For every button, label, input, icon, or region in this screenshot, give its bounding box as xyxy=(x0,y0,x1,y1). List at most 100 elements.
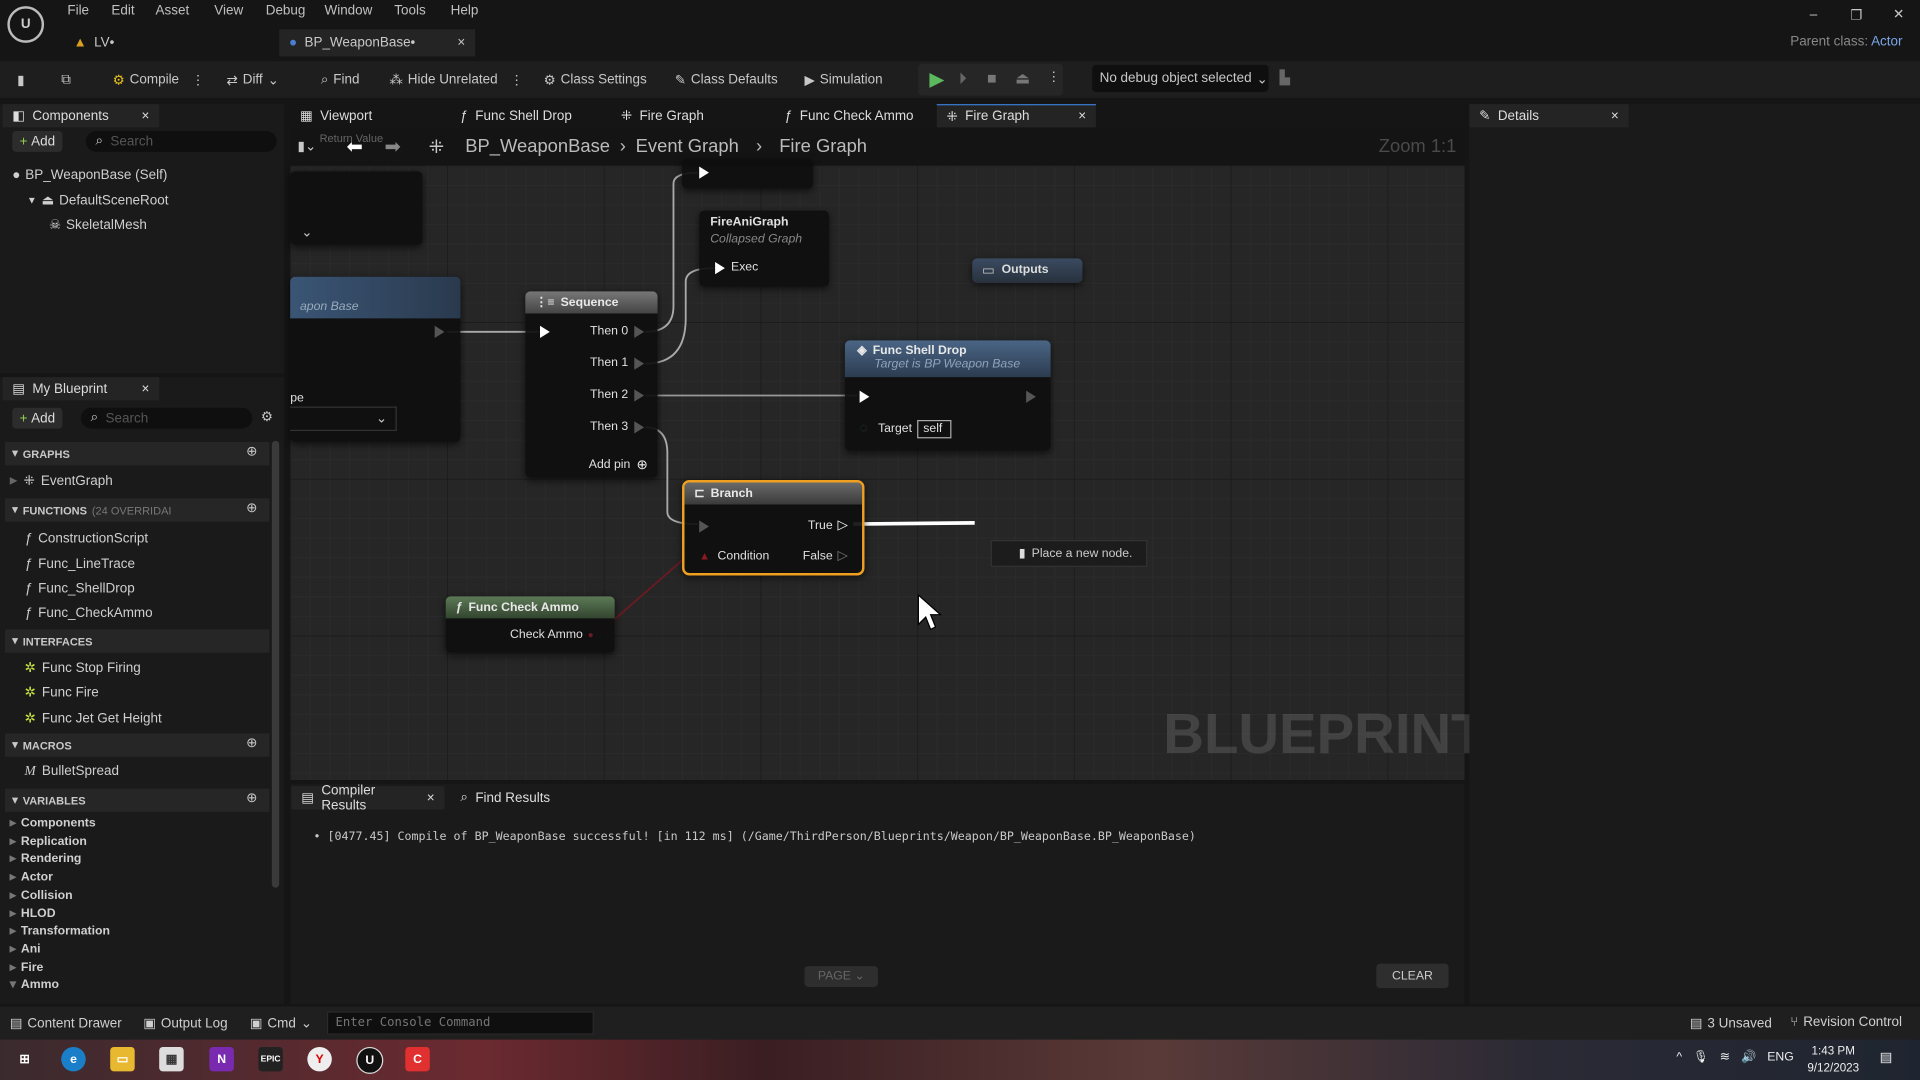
revision-label: Revision Control xyxy=(1803,1015,1903,1030)
tab-label: Compiler Results xyxy=(321,783,376,813)
yandex-icon[interactable]: Y xyxy=(307,1046,332,1072)
log-line: • [0477.45] Compile of BP_WeaponBase suc… xyxy=(313,830,1196,844)
console-command-input[interactable] xyxy=(326,1011,594,1035)
dragging-wire xyxy=(853,521,975,526)
exec-in-pin[interactable] xyxy=(540,325,550,338)
node-event-partial[interactable]: apon Base pe ⌄ xyxy=(290,276,461,443)
exec-in-pin[interactable] xyxy=(859,390,870,403)
revision-control-button[interactable]: ⑂ Revision Control xyxy=(1790,1015,1902,1030)
log-text: [0477.45] Compile of BP_WeaponBase succe… xyxy=(327,830,1196,844)
node-title: Outputs xyxy=(1001,263,1049,277)
exec-out-pin[interactable] xyxy=(634,389,645,402)
revision-icon: ⑂ xyxy=(1790,1015,1799,1030)
context-menu-node-partial[interactable]: ⌄ xyxy=(290,171,423,245)
pin-label: pe xyxy=(290,391,304,406)
node-func-check-ammo[interactable]: ƒ Func Check Ammo Check Ammo ● xyxy=(445,596,615,653)
pin-label: Condition xyxy=(717,549,770,564)
node-subtitle: Collapsed Graph xyxy=(710,232,803,247)
page-label: PAGE xyxy=(817,969,851,984)
node-title: Func Shell Drop xyxy=(872,344,967,358)
unsaved-button[interactable]: ▤ 3 Unsaved xyxy=(1690,1015,1772,1031)
windows-start-icon[interactable]: ⊞ xyxy=(12,1047,36,1071)
exec-out-pin[interactable] xyxy=(634,421,645,434)
system-tray[interactable]: ^ 🎙 ≋ 🔊 ENG xyxy=(1676,1051,1793,1064)
plus-circle-icon: ⊕ xyxy=(636,457,648,473)
compiler-icon: ▤ xyxy=(301,791,314,806)
node-fireanigraph[interactable]: FireAniGraph Collapsed Graph Exec xyxy=(699,210,829,287)
node-outputs[interactable]: ▭ Outputs xyxy=(972,258,1083,283)
pin-label: Then 1 xyxy=(590,356,629,370)
terminal-icon: ▣ xyxy=(249,1016,263,1032)
pin-label: False xyxy=(802,549,833,564)
blueprint-watermark: BLUEPRINT xyxy=(1163,701,1486,766)
epic-games-icon[interactable]: EPIC xyxy=(258,1046,283,1072)
notifications-icon[interactable]: ▤ xyxy=(1880,1049,1893,1066)
search-icon: ⌕ xyxy=(460,789,468,805)
content-drawer-label: Content Drawer xyxy=(27,1015,122,1031)
clear-button[interactable]: CLEAR xyxy=(1376,963,1449,989)
add-pin-button[interactable]: Add pin ⊕ xyxy=(589,457,648,473)
branch-icon: ⊏ xyxy=(694,486,705,501)
cmd-dropdown[interactable]: ▣ Cmd ⌄ xyxy=(250,1015,312,1031)
volume-icon[interactable]: 🔊 xyxy=(1741,1051,1756,1064)
target-value-field[interactable]: self xyxy=(917,420,951,439)
pin-label: Exec xyxy=(731,260,759,275)
exec-out-pin-false[interactable]: ▷ xyxy=(838,547,848,564)
sequence-icon: ⋮≡ xyxy=(535,295,555,310)
language-indicator[interactable]: ENG xyxy=(1767,1051,1794,1064)
chevron-down-icon: ⌄ xyxy=(301,225,313,241)
node-branch-selected[interactable]: ⊏ Branch True ▷ ▲ Condition False ▷ xyxy=(682,480,865,576)
unreal-taskbar-icon[interactable]: U xyxy=(356,1046,384,1074)
function-icon: ƒ xyxy=(455,600,463,615)
exec-in-pin[interactable] xyxy=(699,520,709,533)
node-title: Func Check Ammo xyxy=(468,600,579,615)
cmd-label: Cmd xyxy=(267,1015,296,1031)
close-icon[interactable]: × xyxy=(1611,108,1619,123)
chevron-up-icon[interactable]: ^ xyxy=(1676,1051,1682,1064)
node-partial-top[interactable] xyxy=(682,159,814,189)
tab-compiler-results[interactable]: ▤ Compiler Results × xyxy=(291,783,445,813)
drawer-icon: ▤ xyxy=(9,1016,23,1032)
node-subtitle: Target is BP Weapon Base xyxy=(874,357,1021,372)
file-explorer-icon[interactable]: ▭ xyxy=(110,1046,135,1072)
outputs-icon: ▭ xyxy=(982,263,995,278)
exec-out-pin-true[interactable]: ▷ xyxy=(838,517,848,533)
onenote-icon[interactable]: N xyxy=(209,1046,234,1072)
store-icon[interactable]: ▦ xyxy=(159,1046,184,1072)
enum-select[interactable]: ⌄ xyxy=(290,406,397,432)
content-drawer-button[interactable]: ▤ Content Drawer xyxy=(10,1015,122,1031)
bool-pin[interactable]: ▲ xyxy=(699,550,710,562)
bool-out-pin[interactable]: ● xyxy=(588,629,594,640)
unsaved-label: 3 Unsaved xyxy=(1707,1015,1772,1031)
app-c-icon[interactable]: C xyxy=(405,1046,430,1072)
close-icon[interactable]: × xyxy=(427,790,435,805)
exec-pin[interactable] xyxy=(699,166,709,179)
exec-out-pin[interactable] xyxy=(634,325,645,338)
microphone-icon[interactable]: 🎙 xyxy=(1693,1051,1709,1064)
node-title: Sequence xyxy=(560,295,619,310)
exec-in-pin[interactable] xyxy=(715,262,725,275)
interface-call-icon: ◈ xyxy=(857,344,867,358)
exec-out-pin[interactable] xyxy=(434,325,445,338)
details-tab[interactable]: ✎ Details × xyxy=(1469,104,1629,128)
node-sequence[interactable]: ⋮≡ Sequence Then 0 Then 1 Then 2 Then 3 A… xyxy=(525,291,658,478)
add-pin-label: Add pin xyxy=(588,457,631,472)
node-icon: ▮ xyxy=(1018,546,1026,561)
node-subtitle: apon Base xyxy=(290,276,461,319)
edge-icon[interactable]: e xyxy=(61,1046,86,1072)
page-dropdown[interactable]: PAGE ⌄ xyxy=(804,966,878,987)
pin-label: Then 0 xyxy=(590,324,629,338)
windows-taskbar xyxy=(0,1039,1920,1080)
node-func-shell-drop[interactable]: ◈ Func Shell Drop Target is BP Weapon Bas… xyxy=(844,340,1051,451)
object-pin[interactable]: ◌ xyxy=(860,421,868,436)
output-log-button[interactable]: ▣ Output Log xyxy=(143,1015,227,1031)
chevron-down-icon: ⌄ xyxy=(300,1016,313,1032)
exec-out-pin[interactable] xyxy=(1026,390,1036,403)
exec-out-pin[interactable] xyxy=(634,357,645,370)
tab-find-results[interactable]: ⌕ Find Results xyxy=(451,786,560,809)
save-icon: ▤ xyxy=(1689,1016,1703,1032)
chevron-down-icon: ⌄ xyxy=(375,411,388,427)
pencil-icon: ✎ xyxy=(1479,108,1491,124)
clock[interactable]: 1:43 PM 9/12/2023 xyxy=(1807,1043,1859,1077)
wifi-icon[interactable]: ≋ xyxy=(1720,1051,1730,1064)
